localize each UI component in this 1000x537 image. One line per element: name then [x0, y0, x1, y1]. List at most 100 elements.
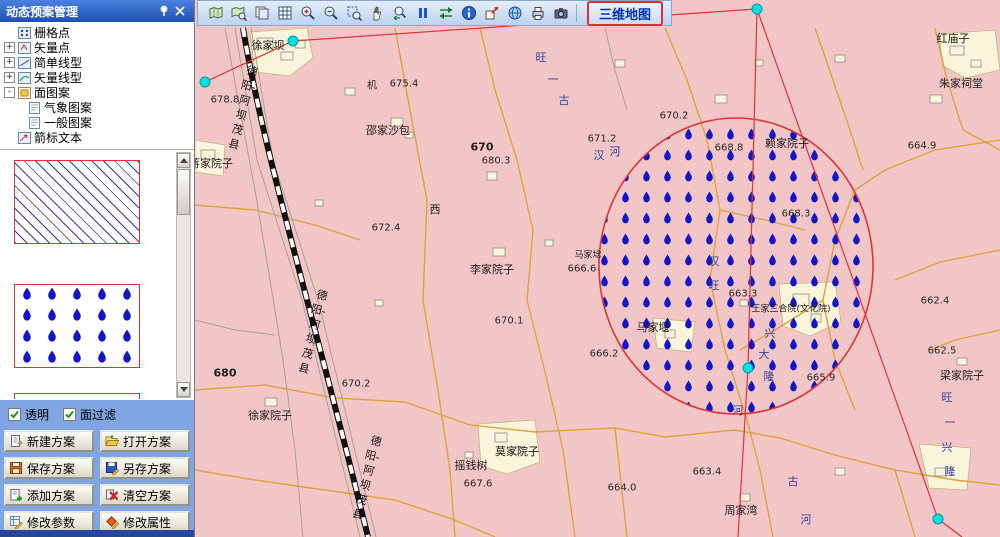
arrow-up-icon — [180, 158, 188, 163]
pattern-swatch-hatch[interactable] — [14, 160, 140, 244]
save-as-plan-button[interactable]: 另存方案 — [100, 457, 190, 479]
map-3d-button[interactable]: 三维地图 — [587, 1, 663, 26]
plan-manager-panel: 动态预案管理 栅格点 + 矢量点 + 简单线型 — [0, 0, 195, 537]
button-label: 修改参数 — [27, 514, 75, 531]
checkbox-box[interactable] — [63, 408, 76, 421]
pin-icon[interactable] — [156, 4, 172, 18]
button-label: 打开方案 — [123, 433, 171, 450]
map-icon[interactable] — [206, 3, 226, 23]
checkbox-box[interactable] — [8, 408, 21, 421]
open-plan-icon — [105, 434, 119, 448]
tree-item-vector-line[interactable]: + 矢量线型 — [2, 70, 192, 85]
arrow-down-icon — [180, 387, 188, 392]
tree-item-weather-pattern[interactable]: 气象图案 — [2, 100, 192, 115]
button-label: 另存方案 — [123, 460, 171, 477]
tree-item-area-pattern[interactable]: - 面图案 — [2, 85, 192, 100]
tree-item-label: 箭标文本 — [34, 129, 82, 146]
panel-controls: 透明 面过滤 新建方案 打开方案 — [0, 400, 194, 537]
toolbar-separator — [576, 4, 582, 22]
tree-expander[interactable]: + — [4, 72, 15, 83]
button-label: 保存方案 — [27, 460, 75, 477]
scrollbar-thumb[interactable] — [177, 169, 190, 215]
pause-icon[interactable] — [413, 3, 433, 23]
checkbox-label: 面过滤 — [80, 406, 116, 423]
camera-icon[interactable] — [551, 3, 571, 23]
layer-icon — [18, 87, 31, 99]
tree-expander[interactable]: - — [4, 87, 15, 98]
modify-attrs-icon — [105, 515, 119, 529]
layer-icon — [18, 57, 31, 69]
check-icon — [64, 409, 75, 420]
layer-icon — [28, 117, 41, 129]
map-canvas[interactable] — [195, 0, 1000, 537]
map-background — [195, 0, 1000, 537]
pattern-list-scrollbar[interactable] — [176, 152, 191, 398]
tree-expander[interactable]: + — [4, 57, 15, 68]
button-label: 添加方案 — [27, 487, 75, 504]
app-window: 动态预案管理 栅格点 + 矢量点 + 简单线型 — [0, 0, 1000, 537]
add-plan-button[interactable]: 添加方案 — [4, 484, 94, 506]
layer-icon — [18, 27, 31, 39]
tree-expander[interactable]: + — [4, 42, 15, 53]
map-toolbar: 三维地图 — [197, 0, 672, 26]
tree-item-arrow-text[interactable]: 箭标文本 — [2, 130, 192, 145]
zoom-previous-icon[interactable] — [390, 3, 410, 23]
vertex-handle[interactable] — [743, 363, 753, 373]
tree-item-vector-point[interactable]: + 矢量点 — [2, 40, 192, 55]
plan-button-grid: 新建方案 打开方案 保存方案 另存方案 添加方案 — [0, 428, 194, 535]
clear-plan-button[interactable]: 清空方案 — [100, 484, 190, 506]
layer-icon — [18, 42, 31, 54]
button-label: 修改属性 — [123, 514, 171, 531]
checkbox-label: 透明 — [25, 406, 49, 423]
tree-item-raster-point[interactable]: 栅格点 — [2, 25, 192, 40]
layer-icon — [28, 102, 41, 114]
pattern-swatch-partial[interactable] — [14, 393, 140, 399]
map-viewport[interactable]: 徐家坝红庙子朱家祠堂678.8机675.4邵家沙包670680.3671.2汉河… — [195, 0, 1000, 537]
pattern-list — [0, 150, 194, 400]
close-icon[interactable] — [172, 4, 188, 18]
pan-hand-icon[interactable] — [367, 3, 387, 23]
vertex-handle[interactable] — [752, 4, 762, 14]
vertex-handle[interactable] — [933, 514, 943, 524]
vertex-handle[interactable] — [200, 77, 210, 87]
save-plan-icon — [9, 461, 23, 475]
layer-tree: 栅格点 + 矢量点 + 简单线型 + 矢量线型 - 面图案 — [0, 22, 194, 150]
plan-region-overlay[interactable] — [599, 118, 873, 414]
pattern-swatch-droplets[interactable] — [14, 284, 140, 368]
export-icon[interactable] — [482, 3, 502, 23]
tree-item-simple-line[interactable]: + 简单线型 — [2, 55, 192, 70]
grid-icon[interactable] — [275, 3, 295, 23]
tree-item-general-pattern[interactable]: 一般图案 — [2, 115, 192, 130]
panel-title: 动态预案管理 — [6, 3, 156, 20]
map-sheets-icon[interactable] — [252, 3, 272, 23]
zoom-extent-icon[interactable] — [344, 3, 364, 23]
face-filter-checkbox[interactable]: 面过滤 — [63, 406, 116, 423]
print-icon[interactable] — [528, 3, 548, 23]
check-icon — [9, 409, 20, 420]
zoom-in-icon[interactable] — [298, 3, 318, 23]
new-plan-button[interactable]: 新建方案 — [4, 430, 94, 452]
layer-icon — [18, 72, 31, 84]
open-plan-button[interactable]: 打开方案 — [100, 430, 190, 452]
scroll-up-button[interactable] — [177, 153, 190, 168]
globe-icon[interactable] — [505, 3, 525, 23]
clear-plan-icon — [105, 488, 119, 502]
tree-expander — [4, 132, 15, 143]
droplet-pattern-preview — [15, 285, 139, 367]
checkbox-row: 透明 面过滤 — [0, 404, 194, 428]
save-as-plan-icon — [105, 461, 119, 475]
zoom-out-icon[interactable] — [321, 3, 341, 23]
vertex-handle[interactable] — [288, 36, 298, 46]
button-label: 清空方案 — [123, 487, 171, 504]
transparent-checkbox[interactable]: 透明 — [8, 406, 49, 423]
layer-icon — [18, 132, 31, 144]
swap-arrows-icon[interactable] — [436, 3, 456, 23]
info-icon[interactable] — [459, 3, 479, 23]
button-label: 新建方案 — [27, 433, 75, 450]
scroll-down-button[interactable] — [177, 382, 190, 397]
map-search-icon[interactable] — [229, 3, 249, 23]
add-plan-icon — [9, 488, 23, 502]
panel-footer-bar — [0, 530, 194, 537]
save-plan-button[interactable]: 保存方案 — [4, 457, 94, 479]
modify-params-icon — [9, 515, 23, 529]
